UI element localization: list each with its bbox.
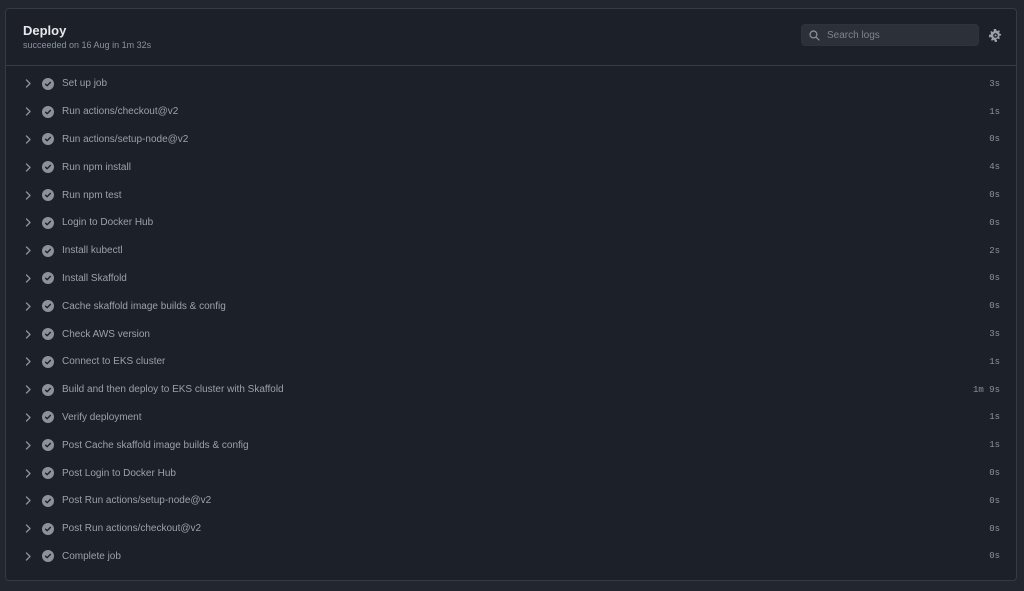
step-label: Post Login to Docker Hub	[62, 467, 176, 479]
step-row[interactable]: Login to Docker Hub 0s	[6, 209, 1016, 237]
step-duration: 3s	[989, 329, 1000, 340]
chevron-right-icon[interactable]	[25, 79, 35, 89]
step-label: Post Run actions/setup-node@v2	[62, 495, 212, 507]
step-row[interactable]: Connect to EKS cluster 1s	[6, 348, 1016, 376]
chevron-right-icon[interactable]	[25, 441, 35, 450]
step-row[interactable]: Install Skaffold 0s	[6, 265, 1016, 293]
job-status-summary: succeeded on 16 Aug in 1m 32s	[23, 40, 152, 50]
check-circle-icon	[42, 133, 54, 146]
chevron-right-icon[interactable]	[25, 413, 35, 422]
step-row[interactable]: Install kubectl 2s	[6, 237, 1016, 265]
step-row[interactable]: Complete job 0s	[6, 543, 1016, 571]
step-label: Complete job	[62, 550, 121, 562]
check-circle-icon	[42, 272, 54, 285]
step-label: Build and then deploy to EKS cluster wit…	[62, 384, 284, 396]
step-row[interactable]: Run actions/checkout@v2 1s	[6, 98, 1016, 126]
check-circle-icon	[42, 328, 54, 341]
chevron-right-icon[interactable]	[25, 496, 35, 506]
step-label: Post Cache skaffold image builds & confi…	[62, 439, 249, 451]
chevron-right-icon[interactable]	[25, 468, 35, 478]
check-circle-icon	[42, 189, 54, 202]
step-row[interactable]: Run npm test 0s	[6, 181, 1016, 209]
step-label: Install kubectl	[62, 245, 123, 257]
chevron-right-icon[interactable]	[25, 524, 35, 533]
step-label: Connect to EKS cluster	[62, 356, 166, 368]
steps-list: Set up job 3s Run actions/checkout@v2 1s…	[6, 66, 1016, 570]
search-logs-box[interactable]	[801, 24, 979, 46]
step-duration: 0s	[989, 134, 1000, 145]
step-duration: 4s	[989, 162, 1000, 173]
job-title: Deploy	[23, 23, 67, 38]
step-duration: 0s	[989, 273, 1000, 284]
chevron-right-icon[interactable]	[25, 218, 35, 228]
step-row[interactable]: Post Run actions/checkout@v2 0s	[6, 515, 1016, 543]
step-label: Install Skaffold	[62, 272, 127, 284]
step-duration: 0s	[989, 495, 1000, 506]
job-log-panel: Deploy succeeded on 16 Aug in 1m 32s Set…	[5, 8, 1017, 581]
chevron-right-icon[interactable]	[25, 107, 35, 116]
step-row[interactable]: Verify deployment 1s	[6, 404, 1016, 432]
step-row[interactable]: Check AWS version 3s	[6, 320, 1016, 348]
chevron-right-icon[interactable]	[25, 135, 35, 144]
step-label: Post Run actions/checkout@v2	[62, 523, 202, 535]
step-label: Cache skaffold image builds & config	[62, 300, 226, 312]
step-row[interactable]: Set up job 3s	[6, 70, 1016, 98]
step-label: Verify deployment	[62, 411, 142, 423]
check-circle-icon	[42, 300, 54, 313]
step-duration: 0s	[989, 190, 1000, 201]
step-label: Set up job	[62, 78, 108, 90]
step-row[interactable]: Post Login to Docker Hub 0s	[6, 459, 1016, 487]
step-duration: 1s	[989, 106, 1000, 117]
gear-icon[interactable]	[989, 29, 1002, 42]
step-label: Run npm test	[62, 189, 122, 201]
check-circle-icon	[42, 494, 54, 507]
chevron-right-icon[interactable]	[25, 190, 35, 200]
chevron-right-icon[interactable]	[25, 329, 35, 339]
step-label: Run actions/setup-node@v2	[62, 133, 189, 145]
step-label: Run actions/checkout@v2	[62, 106, 179, 118]
chevron-right-icon[interactable]	[25, 552, 35, 561]
step-duration: 3s	[989, 78, 1000, 89]
check-circle-icon	[42, 355, 54, 368]
step-duration: 0s	[989, 523, 1000, 534]
step-duration: 1s	[989, 440, 1000, 451]
check-circle-icon	[42, 105, 54, 118]
step-label: Check AWS version	[62, 328, 150, 340]
check-circle-icon	[42, 522, 54, 535]
job-header: Deploy succeeded on 16 Aug in 1m 32s	[6, 9, 1016, 66]
step-duration: 1s	[989, 412, 1000, 423]
step-label: Login to Docker Hub	[62, 217, 154, 229]
step-row[interactable]: Post Cache skaffold image builds & confi…	[6, 431, 1016, 459]
step-duration: 0s	[989, 217, 1000, 228]
step-duration: 0s	[989, 551, 1000, 562]
step-row[interactable]: Run actions/setup-node@v2 0s	[6, 126, 1016, 154]
step-duration: 0s	[989, 468, 1000, 479]
chevron-right-icon[interactable]	[25, 385, 35, 394]
check-circle-icon	[42, 77, 54, 90]
check-circle-icon	[42, 383, 54, 396]
step-label: Run npm install	[62, 161, 131, 173]
step-row[interactable]: Post Run actions/setup-node@v2 0s	[6, 487, 1016, 515]
step-duration: 2s	[989, 245, 1000, 256]
chevron-right-icon[interactable]	[25, 246, 35, 255]
search-logs-input[interactable]	[825, 28, 969, 42]
step-duration: 1m 9s	[972, 384, 1000, 395]
step-row[interactable]: Build and then deploy to EKS cluster wit…	[6, 376, 1016, 404]
check-circle-icon	[42, 411, 54, 424]
step-duration: 0s	[989, 301, 1000, 312]
check-circle-icon	[42, 550, 54, 563]
check-circle-icon	[42, 439, 54, 452]
check-circle-icon	[42, 244, 54, 257]
check-circle-icon	[42, 161, 54, 174]
search-icon	[809, 29, 820, 41]
step-row[interactable]: Run npm install 4s	[6, 153, 1016, 181]
step-duration: 1s	[989, 356, 1000, 367]
chevron-right-icon[interactable]	[25, 163, 35, 172]
chevron-right-icon[interactable]	[25, 302, 35, 311]
check-circle-icon	[42, 467, 54, 480]
chevron-right-icon[interactable]	[25, 274, 35, 283]
check-circle-icon	[42, 216, 54, 229]
chevron-right-icon[interactable]	[25, 357, 35, 367]
step-row[interactable]: Cache skaffold image builds & config 0s	[6, 292, 1016, 320]
